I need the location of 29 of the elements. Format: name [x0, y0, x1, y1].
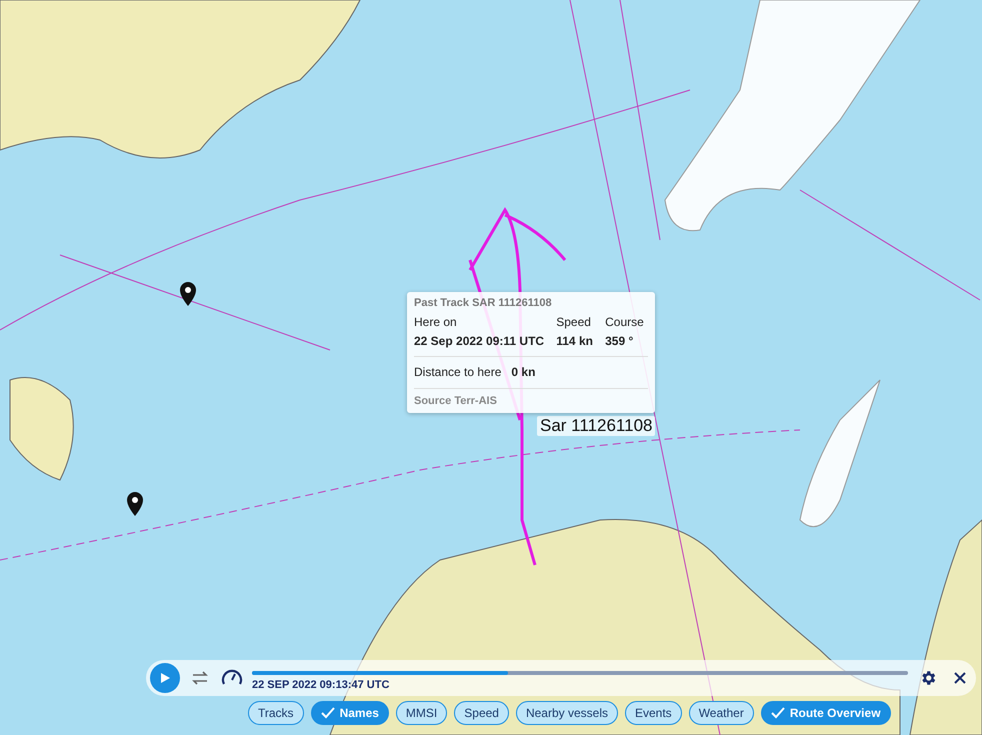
timeline-track[interactable]: [252, 671, 908, 675]
filter-chip[interactable]: MMSI: [396, 701, 448, 725]
field-label: Distance to here: [414, 365, 502, 379]
map-pin-icon: [127, 492, 143, 516]
filter-chip[interactable]: Nearby vessels: [516, 701, 618, 725]
map-pin-icon: [180, 282, 196, 306]
field-label: Speed: [556, 315, 592, 329]
swap-arrows-icon: [192, 671, 208, 685]
filter-chip[interactable]: Weather: [688, 701, 754, 725]
tooltip-title: Past Track SAR 111261108: [414, 297, 553, 309]
filter-chip[interactable]: Events: [625, 701, 682, 725]
play-button[interactable]: [150, 663, 180, 693]
field-label: Here on: [414, 315, 458, 329]
field-label: Course: [605, 315, 645, 329]
field-value: 22 Sep 2022 09:11 UTC: [414, 334, 546, 348]
timestamp: 22 SEP 2022 09:13:47 UTC: [252, 679, 390, 691]
check-icon: [770, 707, 785, 719]
close-icon: [953, 671, 967, 685]
check-icon: [320, 707, 335, 719]
field-value: 359 °: [605, 334, 634, 348]
filter-chip[interactable]: Tracks: [248, 701, 304, 725]
play-icon: [159, 672, 171, 684]
filter-chip[interactable]: Names: [310, 701, 389, 725]
filter-chip[interactable]: Route Overview: [760, 701, 891, 725]
vessel-label: Sar 111261108: [537, 416, 656, 436]
field-value: 0 kn: [511, 365, 536, 379]
source-text: Source Terr-AIS: [414, 394, 498, 407]
field-value: 114 kn: [556, 334, 594, 348]
filter-chip[interactable]: Speed: [454, 701, 509, 725]
